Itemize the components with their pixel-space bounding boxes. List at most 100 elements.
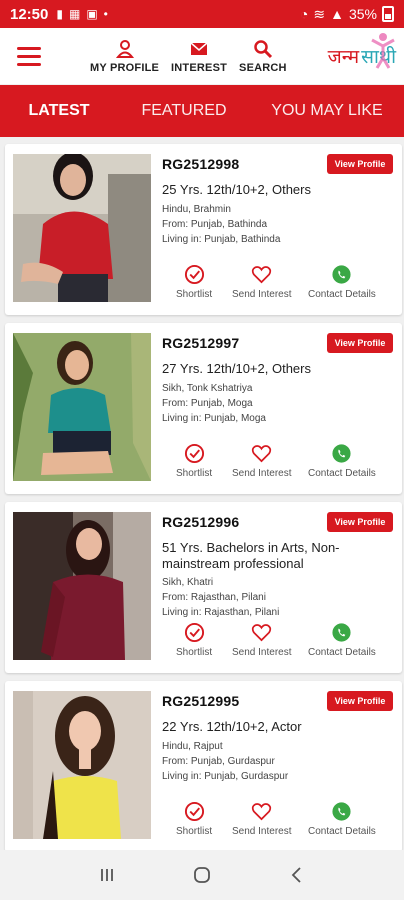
logo-figure-icon <box>370 33 395 69</box>
profile-id: RG2512996 <box>162 514 240 530</box>
profile-actions: Shortlist Send Interest Contact Details <box>162 443 394 483</box>
send-interest-label: Send Interest <box>232 826 292 837</box>
signal-icon: ▲ <box>330 6 344 22</box>
profile-from: From: Punjab, Gurdaspur <box>162 756 275 767</box>
profile-photo[interactable] <box>13 333 151 481</box>
status-bar: 12:50 ▮ ▦ ▣ • ◔ ≋ ▲ 35% <box>0 0 404 28</box>
battery-percent: 35% <box>348 6 377 22</box>
whatsapp-icon <box>332 802 351 821</box>
battery-icon <box>382 6 394 22</box>
view-profile-button[interactable]: View Profile <box>327 154 393 174</box>
image-icon: ▣ <box>86 7 98 21</box>
profile-religion: Hindu, Brahmin <box>162 204 231 215</box>
profile-headline: 51 Yrs. Bachelors in Arts, Non-mainstrea… <box>162 540 340 571</box>
send-interest-label: Send Interest <box>232 647 292 658</box>
dot-icon: • <box>103 7 108 21</box>
user-icon <box>115 39 134 58</box>
search-button[interactable]: SEARCH <box>239 28 287 84</box>
profile-card[interactable]: RG2512998 View Profile 25 Yrs. 12th/10+2… <box>5 144 402 315</box>
logo-text-1: जन्म <box>327 46 360 68</box>
check-circle-icon <box>184 443 204 464</box>
contact-details-button[interactable]: Contact Details <box>308 622 376 658</box>
profile-from: From: Rajasthan, Pilani <box>162 592 266 603</box>
shortlist-label: Shortlist <box>176 647 213 658</box>
profile-religion: Sikh, Khatri <box>162 577 214 588</box>
search-icon <box>254 39 272 58</box>
status-right: ◔ ≋ ▲ 35% <box>300 6 394 23</box>
profile-id: RG2512997 <box>162 335 240 351</box>
whatsapp-icon <box>332 444 351 463</box>
profile-id: RG2512998 <box>162 156 240 172</box>
send-interest-button[interactable]: Send Interest <box>232 443 291 479</box>
whatsapp-icon <box>332 623 351 642</box>
send-interest-button[interactable]: Send Interest <box>232 801 291 837</box>
contact-details-button[interactable]: Contact Details <box>308 801 376 837</box>
view-profile-button[interactable]: View Profile <box>327 691 393 711</box>
shortlist-button[interactable]: Shortlist <box>176 801 212 837</box>
shortlist-button[interactable]: Shortlist <box>176 622 212 658</box>
notification-icons: ▮ ▦ ▣ • <box>56 7 108 21</box>
profile-photo[interactable] <box>13 512 151 660</box>
tab-featured[interactable]: FEATURED <box>118 102 250 120</box>
shortlist-label: Shortlist <box>176 826 213 837</box>
send-interest-label: Send Interest <box>232 468 292 479</box>
heart-outline-icon <box>252 445 272 463</box>
status-time: 12:50 <box>10 5 49 23</box>
check-circle-icon <box>184 801 204 822</box>
whatsapp-icon <box>332 265 351 284</box>
wifi-icon: ≋ <box>313 5 326 22</box>
profile-headline: 22 Yrs. 12th/10+2, Actor <box>162 719 302 734</box>
my-profile-button[interactable]: MY PROFILE <box>90 28 159 84</box>
profile-card[interactable]: RG2512997 View Profile 27 Yrs. 12th/10+2… <box>5 323 402 494</box>
recents-icon[interactable] <box>96 864 118 886</box>
profile-actions: Shortlist Send Interest Contact Details <box>162 264 394 304</box>
home-icon[interactable] <box>191 864 213 886</box>
profile-actions: Shortlist Send Interest Contact Details <box>162 801 394 841</box>
interest-label: INTEREST <box>171 61 228 74</box>
alarm-icon: ◔ <box>299 6 309 22</box>
heart-outline-icon <box>252 624 272 642</box>
profile-photo[interactable] <box>13 691 151 839</box>
view-profile-button[interactable]: View Profile <box>327 333 393 353</box>
check-circle-icon <box>184 622 204 643</box>
profile-photo[interactable] <box>13 154 151 302</box>
contact-details-label: Contact Details <box>308 289 376 300</box>
back-icon[interactable] <box>286 864 308 886</box>
envelope-icon <box>190 41 208 55</box>
profile-card[interactable]: RG2512995 View Profile 22 Yrs. 12th/10+2… <box>5 681 402 852</box>
tab-bar: LATEST FEATURED YOU MAY LIKE <box>0 85 404 137</box>
profile-headline: 25 Yrs. 12th/10+2, Others <box>162 182 311 197</box>
view-profile-button[interactable]: View Profile <box>327 512 393 532</box>
contact-details-button[interactable]: Contact Details <box>308 264 376 300</box>
app-logo: जन्म साथी <box>327 33 396 76</box>
grid-icon: ▦ <box>68 7 81 21</box>
profile-living: Living in: Punjab, Gurdaspur <box>162 771 289 782</box>
check-circle-icon <box>184 264 204 285</box>
profile-actions: Shortlist Send Interest Contact Details <box>162 622 394 662</box>
top-bar: MY PROFILE INTEREST SEARCH जन्म साथी <box>0 28 404 84</box>
contact-details-label: Contact Details <box>308 647 376 658</box>
my-profile-label: MY PROFILE <box>90 61 160 74</box>
tab-latest[interactable]: LATEST <box>0 102 118 120</box>
profile-from: From: Punjab, Bathinda <box>162 219 268 230</box>
profile-card[interactable]: RG2512996 View Profile 51 Yrs. Bachelors… <box>5 502 402 673</box>
send-interest-button[interactable]: Send Interest <box>232 622 291 658</box>
signal-small-icon: ▮ <box>56 7 63 21</box>
send-interest-button[interactable]: Send Interest <box>232 264 291 300</box>
shortlist-button[interactable]: Shortlist <box>176 443 212 479</box>
search-label: SEARCH <box>239 61 287 74</box>
profile-religion: Sikh, Tonk Kshatriya <box>162 383 253 394</box>
menu-icon[interactable] <box>0 28 58 84</box>
tab-you-may-like[interactable]: YOU MAY LIKE <box>250 102 404 120</box>
shortlist-label: Shortlist <box>176 468 213 479</box>
shortlist-button[interactable]: Shortlist <box>176 264 212 300</box>
contact-details-button[interactable]: Contact Details <box>308 443 376 479</box>
profile-living: Living in: Rajasthan, Pilani <box>162 607 280 618</box>
contact-details-label: Contact Details <box>308 826 376 837</box>
shortlist-label: Shortlist <box>176 289 213 300</box>
heart-outline-icon <box>252 803 272 821</box>
interest-button[interactable]: INTEREST <box>171 28 227 84</box>
profile-religion: Hindu, Rajput <box>162 741 223 752</box>
profile-headline: 27 Yrs. 12th/10+2, Others <box>162 361 311 376</box>
system-nav-bar <box>0 850 404 900</box>
